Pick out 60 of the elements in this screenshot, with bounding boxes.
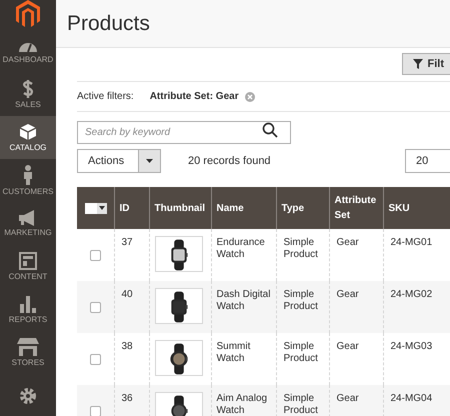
search-icon[interactable] [262,122,278,138]
sidebar-item[interactable]: REPORTS [0,288,56,331]
table-cell: 24-MG03 [390,341,432,352]
table-cell: Simple Product [284,289,318,312]
mass-select-control[interactable] [85,202,107,214]
caret-icon[interactable] [99,206,105,210]
column-header[interactable]: Attribute Set [334,193,378,223]
table-cell: 24-MG01 [390,237,432,248]
caret-icon [146,159,153,163]
layout-icon [19,252,37,270]
settings-icon [19,386,37,404]
person-icon [22,165,34,185]
row-checkbox[interactable] [90,302,101,312]
table-cell: Aim Analog Watch [216,393,268,416]
filter-label: Attribute Set: Gear [150,90,239,104]
search-field[interactable]: Search by keyword [77,121,291,144]
row-checkbox[interactable] [90,406,101,416]
row-checkbox[interactable] [90,354,101,364]
page-title: Products [67,10,150,37]
sidebar-item[interactable]: MARKETING [0,202,56,245]
filters-button[interactable]: Filt [402,53,450,75]
sidebar-item[interactable]: CUSTOMERS [0,159,56,202]
column-header[interactable]: SKU [388,200,450,216]
records-count: 20 records found [188,154,271,169]
sidebar-item[interactable]: STORES [0,331,56,374]
table-cell: Gear [336,341,359,352]
table-cell: Gear [336,237,359,248]
storefront-icon [17,338,39,356]
bar-chart-icon [19,295,37,313]
sidebar-item[interactable]: SALES [0,73,56,116]
table-cell: 24-MG02 [390,289,432,300]
page-size-field[interactable]: 20 [405,149,450,173]
table-cell: 38 [122,341,133,352]
active-filters-label: Active filters: [77,90,134,104]
table-cell: Gear [336,393,359,404]
table-cell: Dash Digital Watch [216,289,270,312]
filter-icon [412,59,422,69]
table-cell: 37 [122,237,133,248]
column-header[interactable]: Name [216,200,270,216]
box-icon [19,123,37,141]
table-cell: Gear [336,289,359,300]
table-cell: 24-MG04 [390,393,432,404]
table-cell: 36 [122,393,133,404]
actions-dropdown[interactable]: Actions [77,149,161,173]
column-header[interactable]: Thumbnail [154,200,206,216]
column-header[interactable]: ID [120,200,144,216]
table-cell: Simple Product [284,237,318,260]
close-icon[interactable] [244,92,255,102]
sidebar-item[interactable]: CONTENT [0,245,56,288]
logo-icon [16,0,40,28]
column-header[interactable]: Type [282,200,324,216]
table-cell: Simple Product [284,341,318,364]
sidebar-item[interactable]: CATALOG [0,116,56,159]
table-cell: Summit Watch [216,341,250,364]
table-cell: Endurance Watch [216,237,265,260]
table-cell: Simple Product [284,393,318,416]
sidebar-item[interactable]: DASHBOARD [0,30,56,73]
dollar-icon [22,80,34,98]
table-cell: 40 [122,289,133,300]
row-checkbox[interactable] [90,250,101,260]
